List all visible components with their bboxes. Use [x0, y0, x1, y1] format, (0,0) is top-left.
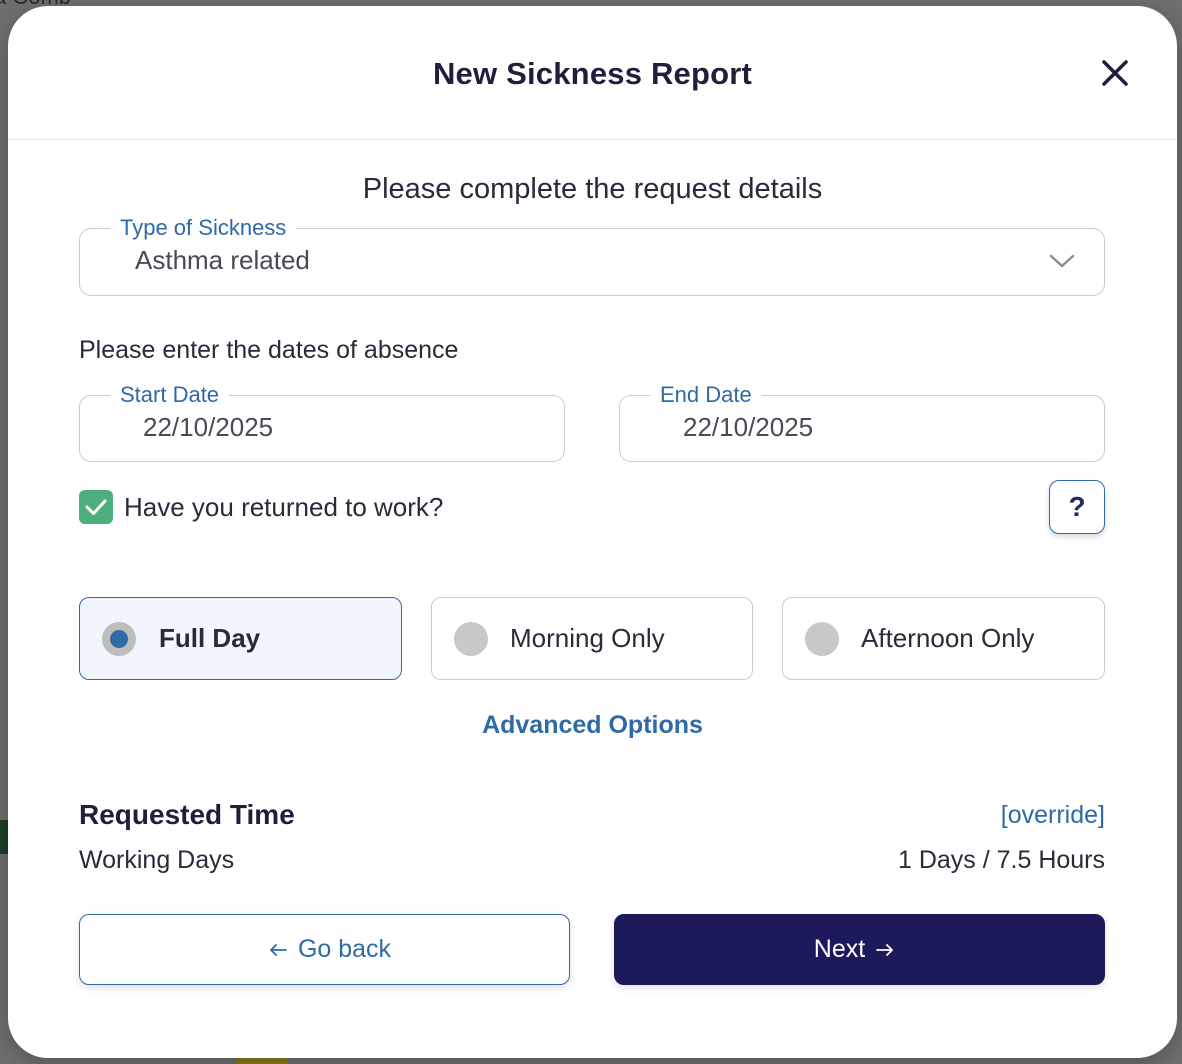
morning-only-label: Morning Only [510, 623, 665, 653]
end-date-label: End Date [650, 381, 762, 409]
afternoon-only-option[interactable]: Afternoon Only [782, 597, 1105, 680]
next-button[interactable]: Next [614, 914, 1105, 985]
chevron-down-icon [1049, 254, 1075, 268]
radio-selected-icon [102, 622, 136, 656]
morning-only-option[interactable]: Morning Only [431, 597, 753, 680]
form-subtitle: Please complete the request details [362, 173, 823, 205]
full-day-label: Full Day [159, 623, 261, 653]
working-days-value: 1 Days / 7.5 Hours [897, 846, 1105, 874]
end-date-field[interactable]: End Date 22/10/2025 [619, 381, 1105, 462]
sickness-type-value: Asthma related [135, 245, 310, 275]
go-back-button[interactable]: Go back [79, 914, 570, 985]
sickness-type-label: Type of Sickness [110, 214, 297, 242]
sickness-type-select[interactable]: Type of Sickness Asthma related [79, 214, 1105, 296]
help-button[interactable]: ? [1049, 480, 1105, 534]
afternoon-only-label: Afternoon Only [861, 623, 1035, 653]
arrow-left-icon [270, 943, 287, 956]
start-date-field[interactable]: Start Date 22/10/2025 [79, 381, 565, 462]
full-day-option[interactable]: Full Day [79, 597, 402, 680]
arrow-right-icon [876, 943, 894, 956]
returned-to-work-label[interactable]: Have you returned to work? [124, 492, 443, 523]
radio-unselected-icon [805, 622, 839, 656]
end-date-value: 22/10/2025 [683, 412, 814, 442]
close-button[interactable] [1098, 56, 1132, 90]
override-link[interactable]: [override] [1001, 801, 1105, 830]
background-marker [0, 820, 8, 854]
sickness-report-modal: New Sickness Report Please complete the … [8, 6, 1177, 1058]
radio-unselected-icon [454, 622, 488, 656]
modal-title: New Sickness Report [432, 56, 753, 91]
close-icon [1102, 60, 1128, 86]
checkmark-icon [85, 499, 107, 515]
advanced-options-link[interactable]: Advanced Options [8, 711, 1177, 740]
start-date-value: 22/10/2025 [143, 412, 274, 442]
start-date-label: Start Date [110, 381, 230, 409]
next-label: Next [813, 935, 866, 963]
requested-time-title: Requested Time [79, 799, 295, 830]
working-days-label: Working Days [79, 846, 235, 874]
dates-prompt: Please enter the dates of absence [79, 336, 459, 364]
go-back-label: Go back [297, 935, 392, 963]
modal-header: New Sickness Report [8, 6, 1177, 140]
returned-to-work-checkbox[interactable] [79, 490, 113, 524]
